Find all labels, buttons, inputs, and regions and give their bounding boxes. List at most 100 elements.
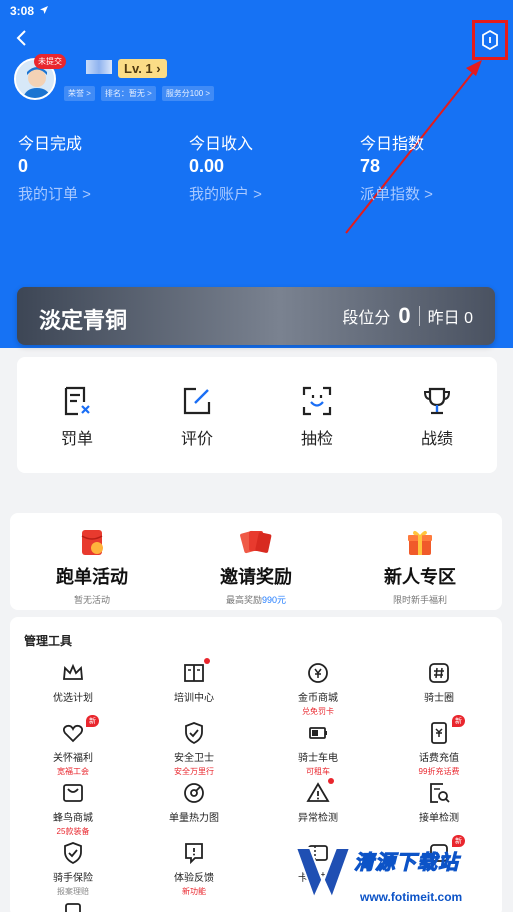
hexagon-settings-icon — [482, 29, 498, 51]
watermark-text: 清源下载站 — [354, 852, 459, 875]
tool-label: 安全卫士 — [174, 753, 214, 764]
insurance-icon — [61, 841, 85, 865]
tool-sub: 宽福工会 — [57, 767, 89, 776]
hashtag-icon — [427, 661, 451, 685]
stat-label: 今日完成 — [18, 136, 83, 153]
back-button[interactable] — [12, 28, 32, 48]
book-icon — [182, 658, 210, 685]
level-label: Lv. 1 — [124, 61, 153, 76]
phone-recharge-icon: 新 — [427, 715, 465, 745]
trophy-icon — [423, 387, 451, 415]
promo-invite-reward[interactable]: 邀请奖励 最高奖励990元 — [174, 513, 338, 610]
tag-service-score[interactable]: 服务分100 > — [161, 86, 215, 101]
my-account-link[interactable]: 我的账户 > — [189, 183, 262, 204]
tool-label: 骑士圈 — [424, 693, 454, 704]
coin-icon — [306, 661, 330, 685]
tool-care-welfare[interactable]: 新 关怀福利 宽福工会 — [18, 715, 128, 777]
tool-sub: 新功能 — [182, 887, 206, 896]
gift-box-icon — [408, 530, 432, 555]
profile-tags: 荣誉 > 排名：暂无 > 服务分100 > — [64, 86, 215, 101]
red-envelope-icon — [81, 530, 103, 555]
rank-score-label: 段位分 — [342, 310, 391, 327]
battery-icon — [306, 721, 330, 745]
stat-label: 今日收入 — [189, 136, 254, 153]
promo-sub-prefix: 最高奖励 — [225, 595, 262, 605]
rank-name: 淡定青铜 — [39, 308, 128, 333]
settings-button[interactable] — [472, 20, 508, 60]
ticket-x-icon — [64, 386, 90, 416]
notification-dot — [328, 778, 334, 784]
dispatch-index-link[interactable]: 派单指数 > — [360, 183, 433, 204]
stat-today-index: 今日指数 78 派单指数 > — [360, 130, 433, 204]
username-blurred — [86, 60, 112, 74]
tools-title: 管理工具 — [24, 634, 73, 648]
quick-spot-check[interactable]: 抽检 — [257, 357, 377, 473]
level-badge[interactable]: Lv. 1 › — [118, 59, 167, 78]
tool-rider-ebike[interactable]: 骑士车电 可租车 — [263, 721, 373, 777]
tool-label: 单量热力图 — [169, 813, 219, 824]
quick-ticket[interactable]: 罚单 — [17, 357, 137, 473]
tool-label: 金币商城 — [298, 693, 338, 704]
partial-tool-icon — [61, 901, 85, 912]
chevron-left-icon — [16, 30, 26, 46]
quick-review[interactable]: 评价 — [137, 357, 257, 473]
rank-card[interactable]: 淡定青铜 段位分 0 昨日 0 — [17, 287, 495, 345]
tool-order-heatmap[interactable]: 单量热力图 — [139, 781, 249, 824]
tool-phone-recharge[interactable]: 新 话费充值 99折充话费 — [384, 715, 494, 777]
tool-preferred-plan[interactable]: 优选计划 — [18, 661, 128, 704]
promo-newcomer[interactable]: 新人专区 限时新手福利 — [338, 513, 502, 610]
new-badge: 新 — [86, 715, 99, 727]
tool-order-check[interactable]: 接单检测 — [384, 781, 494, 824]
tag-ranking[interactable]: 排名：暂无 > — [100, 86, 156, 101]
quick-label: 评价 — [180, 431, 213, 448]
tool-rider-circle[interactable]: 骑士圈 — [384, 661, 494, 704]
rank-score-area: 段位分 0 昨日 0 — [342, 303, 473, 329]
tool-safety-guard[interactable]: 安全卫士 安全万里行 — [139, 721, 249, 777]
heart-icon: 新 — [61, 715, 99, 745]
quick-record[interactable]: 战绩 — [377, 357, 497, 473]
tool-sub: 安全万里行 — [174, 767, 214, 776]
tool-training-center[interactable]: 培训中心 — [139, 658, 249, 704]
face-scan-icon — [302, 386, 332, 416]
stat-value: 0 — [18, 156, 29, 176]
tool-sub: 报案理赔 — [57, 887, 89, 896]
my-orders-link[interactable]: 我的订单 > — [18, 183, 91, 204]
stat-today-complete: 今日完成 0 我的订单 > — [18, 130, 91, 204]
stat-value: 0.00 — [189, 156, 225, 176]
promo-card: 跑单活动 暂无活动 邀请奖励 最高奖励990元 新人专区 限时新手福利 — [10, 513, 502, 610]
tag-honor[interactable]: 荣誉 > — [64, 86, 95, 101]
tool-label: 体验反馈 — [174, 873, 214, 884]
tool-sub: 99折充话费 — [418, 767, 460, 776]
status-bar: 3:08 — [10, 4, 49, 18]
stat-label: 今日指数 — [360, 136, 425, 153]
tool-label: 优选计划 — [53, 693, 93, 704]
red-packets-icon — [240, 530, 272, 554]
quick-label: 抽检 — [300, 431, 333, 448]
tool-hummingbird-mall[interactable]: 蜂鸟商城 25款装备 — [18, 781, 128, 837]
feedback-icon — [182, 841, 206, 865]
tool-label: 话费充值 — [419, 753, 459, 764]
search-doc-icon — [427, 781, 451, 805]
divider — [418, 306, 420, 326]
tool-label: 培训中心 — [174, 693, 214, 704]
promo-title: 跑单活动 — [56, 567, 128, 587]
tool-coin-mall[interactable]: 金币商城 兑免罚卡 — [263, 661, 373, 717]
tool-feedback[interactable]: 体验反馈 新功能 — [139, 841, 249, 897]
tool-next-row-partial[interactable] — [18, 901, 128, 912]
tool-anomaly-detection[interactable]: 异常检测 — [263, 778, 373, 824]
tool-label: 异常检测 — [298, 813, 338, 824]
tool-label: 蜂鸟商城 — [53, 813, 93, 824]
tool-sub: 25款装备 — [56, 827, 90, 836]
tool-label: 骑士车电 — [298, 753, 338, 764]
promo-running-activity[interactable]: 跑单活动 暂无活动 — [10, 513, 174, 610]
watermark-url: www.fotimeit.com — [360, 890, 463, 904]
stat-today-income: 今日收入 0.00 我的账户 > — [189, 130, 262, 204]
promo-title: 邀请奖励 — [220, 567, 292, 587]
tool-rider-insurance[interactable]: 骑手保险 报案理赔 — [18, 841, 128, 897]
warning-icon — [306, 778, 334, 805]
promo-sub: 暂无活动 — [73, 595, 110, 605]
unsubmitted-badge: 未提交 — [34, 54, 66, 69]
tool-label: 骑手保险 — [53, 873, 93, 884]
yesterday-score: 昨日 0 — [427, 310, 473, 327]
promo-title: 新人专区 — [384, 567, 456, 587]
